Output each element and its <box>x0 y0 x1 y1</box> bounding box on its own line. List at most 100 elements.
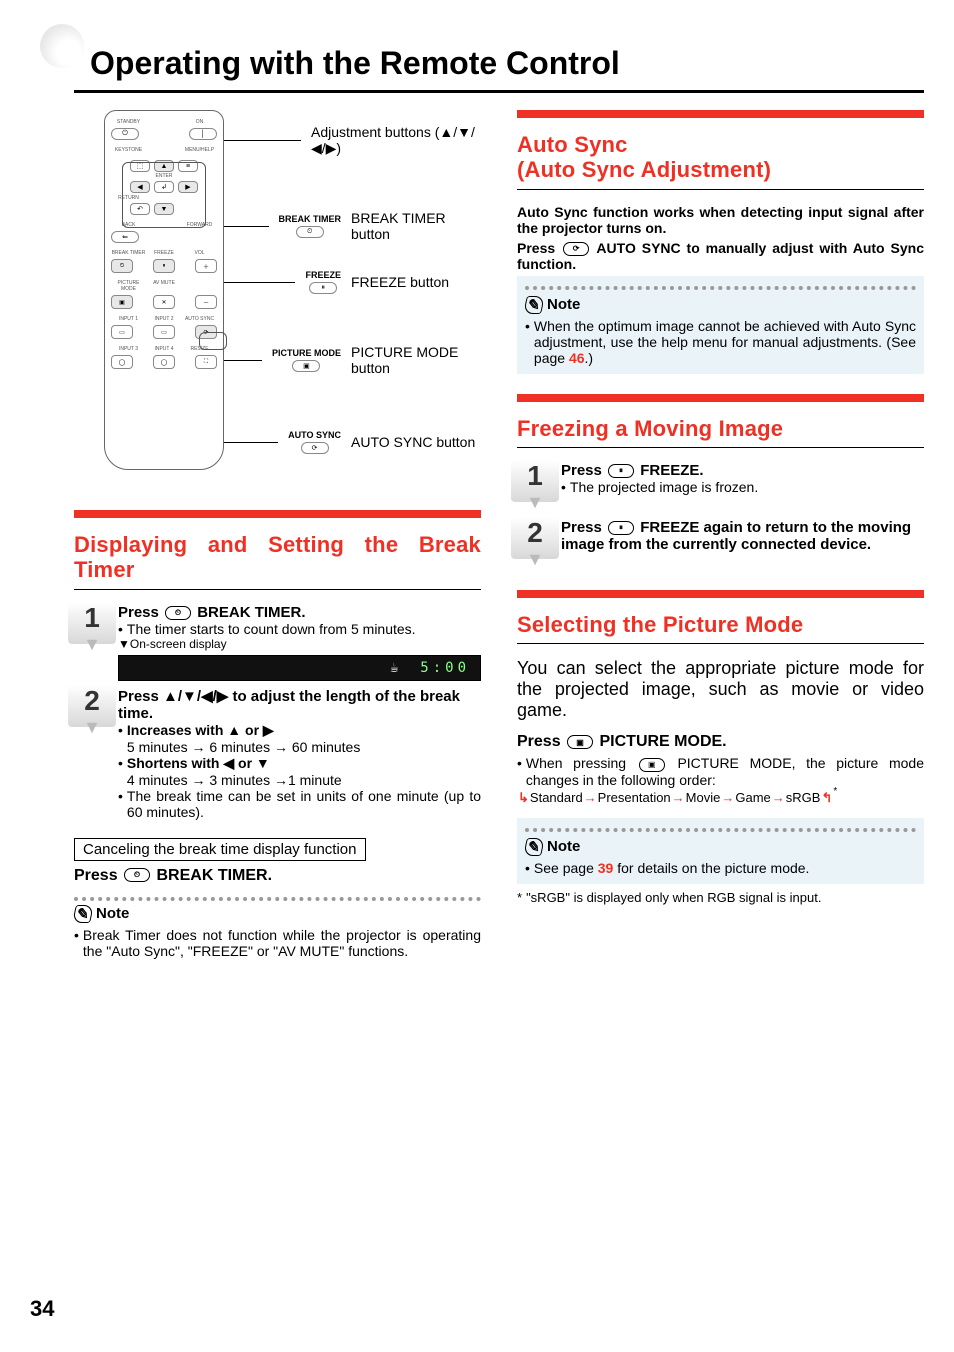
remote-btn-input4: ◯ <box>153 355 175 369</box>
heading-picture-mode: Selecting the Picture Mode <box>517 612 924 637</box>
note-box: ✎Note Break Timer does not function whil… <box>74 897 481 959</box>
osd-display: ☕ 5:00 <box>118 655 481 681</box>
remote-label-standby: STANDBY <box>111 119 146 125</box>
auto-sync-icon: ⟳ <box>301 442 329 454</box>
step-bullet: Increases with ▲ or ▶5 minutes → 6 minut… <box>118 722 481 755</box>
callout-auto-sync-label: AUTO SYNC <box>288 430 341 440</box>
remote-btn-vol-down: － <box>195 295 217 309</box>
step-lead: Press ⏸ FREEZE. <box>561 462 924 479</box>
break-timer-step-2: 2▼ Press ▲/▼/◀/▶ to adjust the length of… <box>74 687 481 820</box>
remote-label-keystone: KEYSTONE <box>111 147 146 153</box>
remote-label-vol: VOL <box>182 250 217 256</box>
freeze-btn-icon: ⏸ <box>608 464 634 478</box>
heading-break-timer: Displaying and Setting the Break Timer <box>74 532 481 583</box>
heading-auto-sync: Auto Sync (Auto Sync Adjustment) <box>517 132 924 183</box>
step-bullet: The projected image is frozen. <box>561 479 924 495</box>
freeze-btn-icon: ⏸ <box>608 521 634 535</box>
arrow-icon: → <box>583 790 598 805</box>
remote-btn-back: ⇐ <box>111 231 139 243</box>
remote-btn-breaktimer: ⏲ <box>111 259 133 273</box>
section-rule <box>517 643 924 644</box>
note-label: ✎Note <box>74 905 129 923</box>
note-flag-icon: ✎ <box>523 838 545 856</box>
remote-label-menuhelp: MENU/HELP <box>182 147 217 153</box>
step-lead: Press ▲/▼/◀/▶ to adjust the length of th… <box>118 687 481 722</box>
remote-label-freeze: FREEZE <box>147 250 182 256</box>
remote-btn-input2: ▭ <box>153 325 175 339</box>
page-link-46[interactable]: 46 <box>569 350 585 366</box>
arrow-icon: → <box>720 790 735 805</box>
page-title: Operating with the Remote Control <box>90 45 620 82</box>
break-timer-btn-icon: ⏲ <box>165 606 191 620</box>
auto-sync-btn-icon: ⟳ <box>563 242 589 256</box>
section-bar <box>74 510 481 518</box>
page-link-39[interactable]: 39 <box>598 860 614 876</box>
remote-label-autosync: AUTO SYNC <box>182 316 217 322</box>
note-item: When the optimum image cannot be achieve… <box>525 318 916 366</box>
page-number: 34 <box>30 1296 54 1322</box>
step-number: 2 <box>517 519 553 547</box>
break-timer-step-1: 1▼ Press ⏲ BREAK TIMER. The timer starts… <box>74 604 481 681</box>
break-timer-btn-icon: ⏲ <box>124 868 150 882</box>
chevron-down-icon: ▼ <box>526 549 544 570</box>
chevron-down-icon: ▼ <box>526 492 544 513</box>
remote-btn-input3: ◯ <box>111 355 133 369</box>
picture-mode-cycle: ↳ Standard→ Presentation→ Movie→ Game→ s… <box>517 788 924 808</box>
remote-btn-input1: ▭ <box>111 325 133 339</box>
chevron-down-icon: ▼ <box>83 717 101 738</box>
section-bar <box>517 590 924 598</box>
remote-label-on: ON <box>182 119 217 125</box>
step-lead: Press ⏲ BREAK TIMER. <box>118 604 481 621</box>
picture-mode-bullet: When pressing ▣ PICTURE MODE, the pictur… <box>517 755 924 787</box>
remote-highlight-autosync <box>199 332 227 350</box>
callout-picture-mode: PICTURE MODE button <box>351 344 481 376</box>
arrow-icon: → <box>771 790 786 805</box>
picture-mode-press: Press ▣ PICTURE MODE. <box>517 733 924 751</box>
osd-time: 5:00 <box>420 660 470 676</box>
auto-sync-para-1: Auto Sync function works when detecting … <box>517 204 924 236</box>
step-lead: Press ⏸ FREEZE again to return to the mo… <box>561 519 924 553</box>
cancel-instruction: Press ⏲ BREAK TIMER. <box>74 867 481 885</box>
callout-break-timer: BREAK TIMER button <box>351 210 481 242</box>
arrow-icon: ↳ <box>517 790 530 806</box>
remote-label-input1: INPUT 1 <box>111 316 146 322</box>
step-number: 1 <box>74 604 110 632</box>
note-flag-icon: ✎ <box>72 905 94 923</box>
callout-break-timer-label: BREAK TIMER <box>279 214 342 224</box>
note-box: ✎Note When the optimum image cannot be a… <box>517 276 924 374</box>
auto-sync-para-2: Press ⟳ AUTO SYNC to manually adjust wit… <box>517 240 924 272</box>
remote-btn-picturemode: ▣ <box>111 295 133 309</box>
callout-line <box>224 140 301 141</box>
note-box: ✎Note See page 39 for details on the pic… <box>517 818 924 884</box>
heading-bullet-decoration <box>40 24 84 68</box>
callout-freeze: FREEZE button <box>351 274 481 290</box>
title-rule <box>74 90 924 93</box>
srgb-footnote: *"sRGB" is displayed only when RGB signa… <box>517 890 924 905</box>
note-label: ✎Note <box>525 838 580 856</box>
remote-label-input2: INPUT 2 <box>147 316 182 322</box>
callout-adjustment-buttons: Adjustment buttons (▲/▼/◀/▶) <box>311 124 481 157</box>
remote-label-avmute: AV MUTE <box>147 280 182 292</box>
remote-highlight-adjust <box>122 162 206 228</box>
section-rule <box>517 447 924 448</box>
section-bar <box>517 394 924 402</box>
note-label: ✎Note <box>525 296 580 314</box>
remote-label-input3: INPUT 3 <box>111 346 146 352</box>
remote-label-breaktimer: BREAK TIMER <box>111 250 146 256</box>
cancel-break-time-box: Canceling the break time display functio… <box>74 838 366 861</box>
remote-btn-on: │ <box>189 128 217 140</box>
picture-mode-intro: You can select the appropriate picture m… <box>517 658 924 721</box>
break-timer-icon: ⏲ <box>296 226 324 238</box>
callout-line <box>224 360 262 361</box>
callout-auto-sync: AUTO SYNC button <box>351 434 481 450</box>
step-number: 1 <box>517 462 553 490</box>
callout-picture-mode-label: PICTURE MODE <box>272 348 341 358</box>
section-rule <box>74 589 481 590</box>
remote-btn-freeze: ⏸ <box>153 259 175 273</box>
chevron-down-icon: ▼ <box>83 634 101 655</box>
step-bullet: Shortens with ◀ or ▼4 minutes → 3 minute… <box>118 755 481 788</box>
remote-diagram: STANDBYON ⏻│ KEYSTONEMENU/HELP ⬚▲≡ ENTER… <box>74 110 481 490</box>
picture-mode-btn-icon: ▣ <box>639 758 665 772</box>
callout-freeze-label: FREEZE <box>305 270 341 280</box>
remote-btn-resize: ⛶ <box>195 355 217 369</box>
